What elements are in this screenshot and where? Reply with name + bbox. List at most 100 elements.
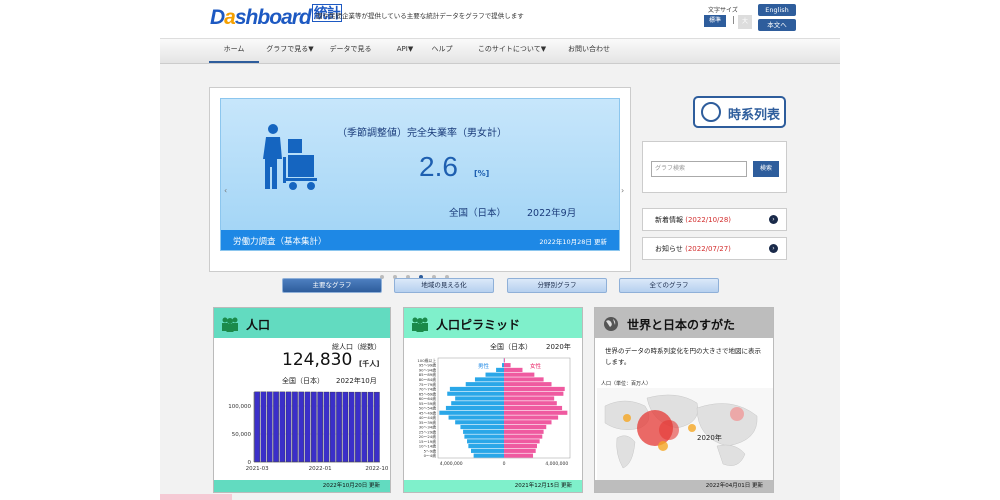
nav-home[interactable]: ホーム [209, 39, 259, 63]
slide-indicator-title: （季節調整値）完全失業率（男女計） [337, 128, 507, 139]
male-bar [455, 420, 504, 425]
male-bar [496, 367, 504, 372]
female-bar [504, 424, 547, 430]
age-label: 10～14歳 [419, 444, 436, 449]
age-label: 90～94歳 [419, 367, 436, 372]
graph-search-button[interactable]: 検索 [753, 161, 779, 177]
map-year-label: 2020年 [697, 434, 722, 442]
male-bar [471, 448, 504, 453]
population-bar [342, 391, 349, 463]
pyramid-card[interactable]: 人口ピラミッド 全国（日本） 2020年 0～4歳 5～9歳 10～14歳 15～19… [403, 307, 583, 493]
male-bar [474, 377, 504, 382]
population-bar-chart: 050,000100,0002021-03 2022-01 2022-10 [228, 391, 388, 472]
world-japan-card[interactable]: 世界と日本のすがた 世界のデータの時系列変化を円の大きさで地図に表示します。 人… [594, 307, 774, 493]
x-tick-label: 0 [503, 461, 506, 467]
nav-data[interactable]: データで見る [323, 39, 378, 63]
nav-graphs[interactable]: グラフで見る▼ [260, 39, 320, 63]
carousel-slide[interactable]: （季節調整値）完全失業率（男女計） 2.6 [%] 全国（日本） 2022年9月… [220, 98, 624, 251]
population-month: 2022年10月 [336, 377, 377, 385]
population-bar [317, 391, 323, 463]
population-bar [336, 391, 342, 463]
carousel-next-icon[interactable]: › [621, 186, 624, 195]
female-bar [504, 410, 568, 415]
chevron-right-icon: › [769, 215, 778, 224]
tab-regional[interactable]: 地域の見える化 [394, 278, 494, 293]
age-label: 70～74歳 [419, 387, 436, 392]
male-bar [463, 429, 504, 434]
card-header: 人口 [214, 308, 390, 338]
x-tick-label: 2021-03 [246, 466, 269, 472]
nav-api[interactable]: API▼ [385, 39, 425, 63]
female-bar [504, 434, 543, 439]
male-bar [464, 434, 504, 439]
featured-carousel: （季節調整値）完全失業率（男女計） 2.6 [%] 全国（日本） 2022年9月… [209, 87, 631, 279]
male-bar [485, 372, 504, 377]
tab-all-graphs[interactable]: 全てのグラフ [619, 278, 719, 293]
female-bar [504, 386, 565, 392]
population-bar [311, 391, 317, 463]
age-label: 95～99歳 [419, 363, 436, 368]
world-description: 世界のデータの時系列変化を円の大きさで地図に表示します。 [605, 347, 761, 366]
x-tick-label: 2022-01 [309, 466, 332, 472]
news-item-notices[interactable]: お知らせ (2022/07/27) › [642, 237, 787, 260]
nav-help[interactable]: ヘルプ [422, 39, 462, 63]
card-title: 人口ピラミッド [436, 318, 521, 332]
female-bar [504, 429, 544, 434]
population-card[interactable]: 人口 総人口（総数） 124,830 [千人] 全国（日本） 2022年10月 … [213, 307, 391, 493]
carousel-prev-icon[interactable]: ‹ [224, 186, 227, 195]
male-bar [465, 382, 504, 387]
age-label: 55～59歳 [419, 401, 436, 406]
population-bar [348, 391, 355, 463]
font-size-label: 文字サイズ [708, 7, 738, 14]
font-size-large-button[interactable]: 大 [738, 15, 752, 29]
slide-area: 全国（日本） [449, 208, 507, 219]
skip-to-content-button[interactable]: 本文へ [758, 19, 796, 31]
age-label: 5～9歳 [424, 448, 437, 453]
english-button[interactable]: English [758, 4, 796, 16]
timeseries-button[interactable]: 時系列表 [693, 96, 786, 128]
population-bar [298, 391, 305, 463]
pyramid-year: 2020年 [546, 343, 571, 351]
male-bar [455, 396, 504, 401]
people-icon [412, 317, 428, 332]
site-tagline: 国や民間企業等が提供している主要な統計データをグラフで提供します [316, 12, 524, 20]
population-bar [279, 391, 286, 463]
slide-survey-name: 労働力調査（基本集計） [233, 237, 327, 247]
news-item-whats-new[interactable]: 新着情報 (2022/10/28) › [642, 208, 787, 231]
male-bar [439, 410, 504, 415]
population-value: 124,830 [282, 350, 353, 370]
tab-main-graphs[interactable]: 主要なグラフ [282, 278, 382, 293]
font-size-divider: | [732, 15, 735, 24]
male-bar [473, 453, 504, 458]
population-bar [273, 391, 279, 463]
population-bar [304, 391, 311, 463]
female-bar [504, 367, 523, 372]
globe-icon [604, 317, 618, 331]
pyramid-area: 全国（日本） [490, 343, 532, 351]
female-bar [504, 377, 544, 382]
population-bar [260, 391, 267, 463]
population-bar [361, 391, 368, 463]
graph-search-input[interactable]: グラフ検索 [651, 161, 747, 177]
x-tick-label: 4,000,000 [545, 461, 568, 467]
population-bar [374, 391, 380, 463]
y-tick-label: 100,000 [228, 404, 251, 410]
male-bar [460, 424, 504, 430]
female-bar [504, 453, 534, 458]
tab-by-field[interactable]: 分野別グラフ [507, 278, 607, 293]
card-updated: 2022年10月20日 更新 [214, 480, 390, 492]
population-bar [266, 391, 273, 463]
female-bar [504, 420, 552, 425]
nav-about[interactable]: このサイトについて▼ [471, 39, 553, 63]
population-area: 全国（日本） [282, 377, 324, 385]
font-size-standard-button[interactable]: 標準 [704, 15, 726, 27]
map-legend-label: 人口（単位：百万人） [601, 381, 652, 387]
nav-contact[interactable]: お問い合わせ [559, 39, 619, 63]
age-label: 80～84歳 [419, 377, 436, 382]
population-bar [285, 391, 292, 463]
age-label: 50～54歳 [419, 406, 436, 411]
graph-search-panel: グラフ検索 検索 [642, 141, 787, 193]
male-bar [445, 405, 504, 411]
chevron-right-icon: › [769, 244, 778, 253]
population-pyramid-chart: 0～4歳5～9歳10～14歳15～19歳20～24歳25～29歳30～34歳35… [417, 357, 571, 467]
